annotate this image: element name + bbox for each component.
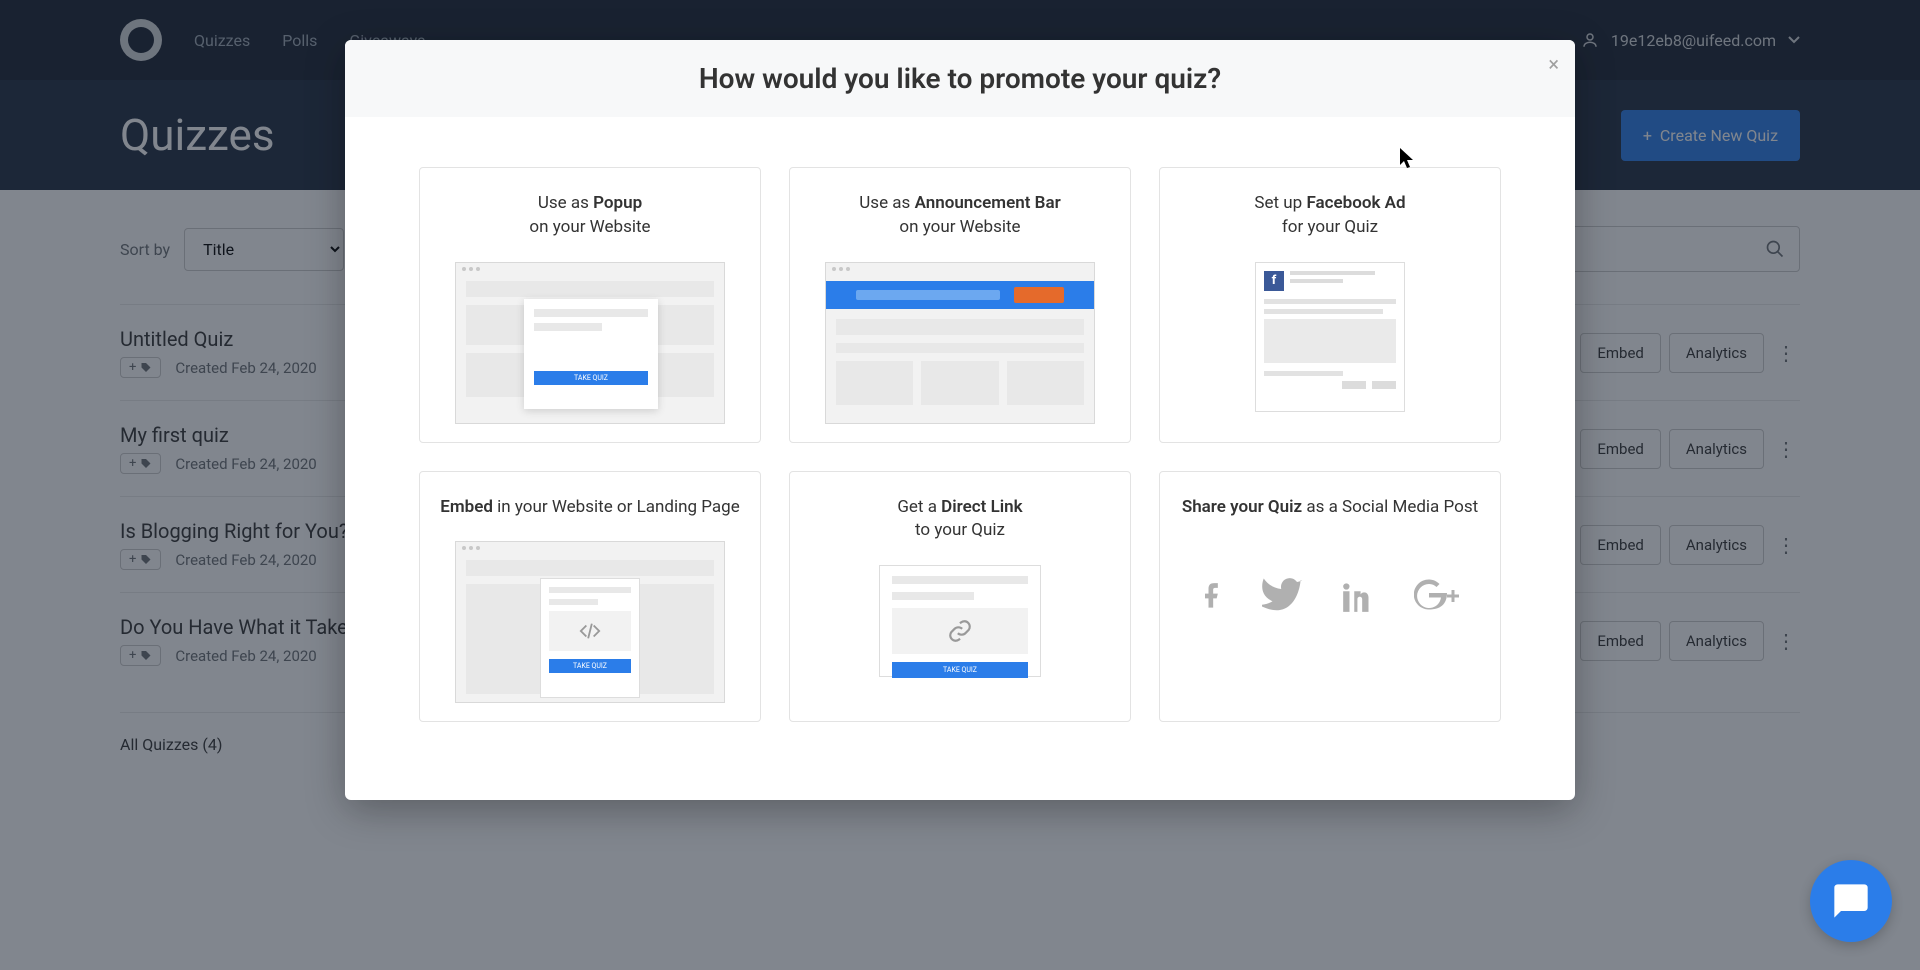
social-icons (1198, 575, 1462, 628)
direct-link-preview: TAKE QUIZ (879, 565, 1041, 677)
close-icon[interactable]: × (1548, 52, 1559, 76)
linkedin-icon (1340, 575, 1378, 628)
twitter-icon (1262, 575, 1304, 628)
modal-title: How would you like to promote your quiz? (345, 62, 1575, 95)
option-popup[interactable]: Use as Popupon your Website TAKE QUIZ (419, 167, 761, 443)
googleplus-icon (1414, 575, 1462, 628)
option-facebook-ad[interactable]: Set up Facebook Adfor your Quiz f (1159, 167, 1501, 443)
option-announcement-bar[interactable]: Use as Announcement Baron your Website (789, 167, 1131, 443)
announcement-preview (825, 262, 1095, 424)
modal-body: Use as Popupon your Website TAKE QUIZ Us… (345, 117, 1575, 772)
modal-overlay[interactable]: How would you like to promote your quiz?… (0, 0, 1920, 970)
facebook-icon (1198, 575, 1226, 628)
chat-icon (1831, 881, 1871, 921)
option-embed[interactable]: Embed in your Website or Landing Page TA… (419, 471, 761, 723)
embed-preview: TAKE QUIZ (455, 541, 725, 703)
promote-modal: How would you like to promote your quiz?… (345, 40, 1575, 800)
facebook-preview: f (1255, 262, 1405, 412)
popup-preview: TAKE QUIZ (455, 262, 725, 424)
modal-header: How would you like to promote your quiz? (345, 40, 1575, 117)
chat-widget[interactable] (1810, 860, 1892, 942)
option-direct-link[interactable]: Get a Direct Linkto your Quiz TAKE QUIZ (789, 471, 1131, 723)
option-share-social[interactable]: Share your Quiz as a Social Media Post (1159, 471, 1501, 723)
